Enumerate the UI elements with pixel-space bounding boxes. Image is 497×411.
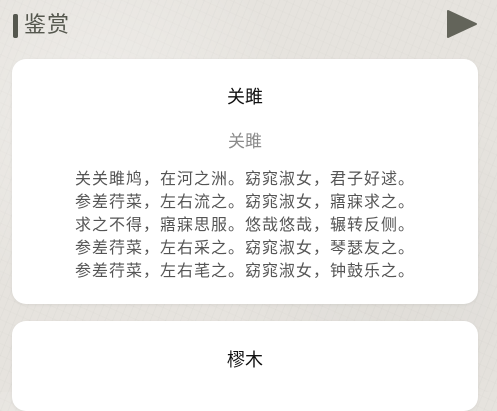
header: 鉴赏 — [0, 0, 497, 50]
play-button[interactable] — [445, 8, 479, 40]
poem-title: 樛木 — [227, 350, 263, 371]
page-title: 鉴赏 — [24, 13, 71, 38]
poem-line: 参差荇菜，左右芼之。窈窕淑女，钟鼓乐之。 — [74, 261, 415, 280]
poem-line: 求之不得，寤寐思服。悠哉悠哉，辗转反侧。 — [74, 215, 415, 234]
title-accent-bar — [13, 14, 18, 38]
poem-title: 关雎 — [227, 87, 263, 108]
play-triangle-icon — [447, 10, 477, 38]
poem-text: 关关雎鸠，在河之洲。窈窕淑女，君子好逑。 参差荇菜，左右流之。窈窕淑女，寤寐求之… — [12, 167, 478, 282]
poem-line: 参差荇菜，左右流之。窈窕淑女，寤寐求之。 — [74, 192, 415, 211]
poem-line: 参差荇菜，左右采之。窈窕淑女，琴瑟友之。 — [74, 238, 415, 257]
poem-line: 关关雎鸠，在河之洲。窈窕淑女，君子好逑。 — [74, 169, 415, 188]
poem-card[interactable]: 樛木 — [12, 321, 478, 411]
poem-card[interactable]: 关雎 关雎 关关雎鸠，在河之洲。窈窕淑女，君子好逑。 参差荇菜，左右流之。窈窕淑… — [12, 59, 478, 304]
poem-author: 关雎 — [228, 132, 262, 152]
